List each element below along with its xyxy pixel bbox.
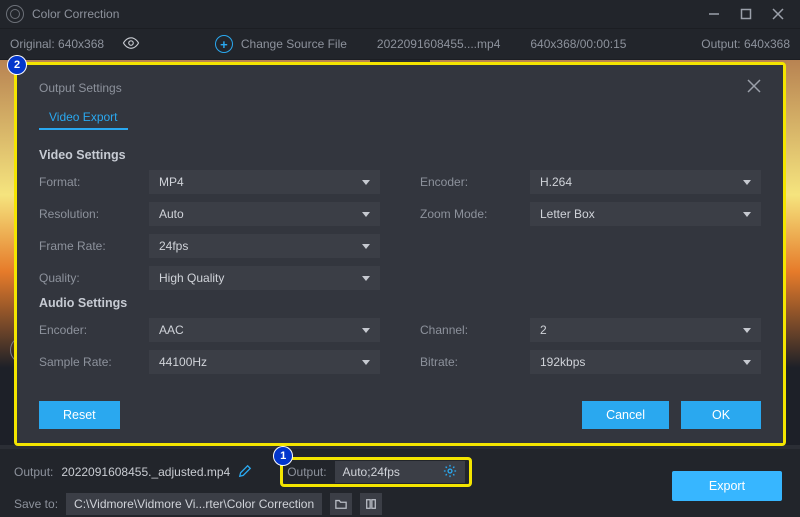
resolution-label: Resolution: bbox=[39, 207, 139, 221]
source-dims-time: 640x368/00:00:15 bbox=[530, 37, 626, 51]
minimize-button[interactable] bbox=[698, 0, 730, 28]
change-source-label: Change Source File bbox=[241, 37, 347, 51]
window-title: Color Correction bbox=[32, 7, 119, 21]
bitrate-value: 192kbps bbox=[540, 355, 585, 369]
sample-rate-value: 44100Hz bbox=[159, 355, 207, 369]
chevron-down-icon bbox=[362, 276, 370, 281]
chevron-down-icon bbox=[362, 328, 370, 333]
source-filename: 2022091608455....mp4 bbox=[377, 37, 500, 51]
quality-label: Quality: bbox=[39, 271, 139, 285]
save-to-path[interactable]: C:\Vidmore\Vidmore Vi...rter\Color Corre… bbox=[66, 493, 322, 515]
output-settings-dialog: Output Settings Video Export Video Setti… bbox=[17, 65, 783, 443]
zoom-mode-select[interactable]: Letter Box bbox=[530, 202, 761, 226]
output-file-name: 2022091608455._adjusted.mp4 bbox=[61, 465, 230, 479]
chevron-down-icon bbox=[362, 180, 370, 185]
stage: Contra Brightn 2 Output Settings Video E… bbox=[0, 60, 800, 517]
quality-value: High Quality bbox=[159, 271, 224, 285]
save-to-label: Save to: bbox=[14, 497, 58, 511]
rename-output-button[interactable] bbox=[238, 464, 252, 481]
quality-select[interactable]: High Quality bbox=[149, 266, 380, 290]
sample-rate-label: Sample Rate: bbox=[39, 355, 139, 369]
resolution-value: Auto bbox=[159, 207, 184, 221]
chevron-down-icon bbox=[743, 180, 751, 185]
annotation-badge-1: 1 bbox=[274, 447, 292, 465]
maximize-button[interactable] bbox=[730, 0, 762, 28]
format-select[interactable]: MP4 bbox=[149, 170, 380, 194]
output-dimensions: Output: 640x368 bbox=[701, 37, 790, 51]
output-settings-value: Auto;24fps bbox=[343, 465, 400, 479]
chevron-down-icon bbox=[743, 328, 751, 333]
preview-eye-icon[interactable] bbox=[122, 34, 140, 55]
annotation-badge-2: 2 bbox=[8, 56, 26, 74]
browse-folder-button[interactable] bbox=[330, 493, 352, 515]
output-settings-field[interactable]: Auto;24fps bbox=[335, 461, 465, 483]
format-label: Format: bbox=[39, 175, 139, 189]
frame-rate-label: Frame Rate: bbox=[39, 239, 139, 253]
chevron-down-icon bbox=[362, 360, 370, 365]
close-button[interactable] bbox=[762, 0, 794, 28]
bitrate-label: Bitrate: bbox=[420, 355, 520, 369]
save-to-value: C:\Vidmore\Vidmore Vi...rter\Color Corre… bbox=[74, 497, 314, 511]
gear-icon[interactable] bbox=[443, 464, 457, 481]
video-settings-heading: Video Settings bbox=[39, 148, 761, 162]
channel-select[interactable]: 2 bbox=[530, 318, 761, 342]
video-encoder-label: Encoder: bbox=[420, 175, 520, 189]
app-logo-icon bbox=[6, 5, 24, 23]
channel-value: 2 bbox=[540, 323, 547, 337]
dialog-tabs: Video Export bbox=[39, 106, 761, 130]
format-value: MP4 bbox=[159, 175, 184, 189]
chevron-down-icon bbox=[743, 360, 751, 365]
chevron-down-icon bbox=[362, 212, 370, 217]
dialog-title: Output Settings bbox=[39, 81, 122, 95]
zoom-mode-value: Letter Box bbox=[540, 207, 595, 221]
titlebar: Color Correction bbox=[0, 0, 800, 28]
channel-label: Channel: bbox=[420, 323, 520, 337]
reset-button[interactable]: Reset bbox=[39, 401, 120, 429]
footer: Output: 2022091608455._adjusted.mp4 1 Ou… bbox=[0, 449, 800, 517]
chevron-down-icon bbox=[362, 244, 370, 249]
frame-rate-value: 24fps bbox=[159, 239, 188, 253]
open-folder-button[interactable] bbox=[360, 493, 382, 515]
bitrate-select[interactable]: 192kbps bbox=[530, 350, 761, 374]
video-encoder-value: H.264 bbox=[540, 175, 572, 189]
cancel-button[interactable]: Cancel bbox=[582, 401, 669, 429]
toolbar: Original: 640x368 Change Source File 202… bbox=[0, 28, 800, 60]
output-settings-label: Output: bbox=[287, 465, 326, 479]
change-source-button[interactable]: Change Source File bbox=[215, 35, 347, 53]
video-encoder-select[interactable]: H.264 bbox=[530, 170, 761, 194]
sample-rate-select[interactable]: 44100Hz bbox=[149, 350, 380, 374]
ok-button[interactable]: OK bbox=[681, 401, 761, 429]
frame-rate-select[interactable]: 24fps bbox=[149, 234, 380, 258]
annotation-box-2: 2 Output Settings Video Export Video Set… bbox=[14, 62, 786, 446]
tab-video-export[interactable]: Video Export bbox=[39, 106, 128, 130]
original-dimensions: Original: 640x368 bbox=[10, 37, 104, 51]
plus-circle-icon bbox=[215, 35, 233, 53]
audio-encoder-label: Encoder: bbox=[39, 323, 139, 337]
chevron-down-icon bbox=[743, 212, 751, 217]
audio-encoder-select[interactable]: AAC bbox=[149, 318, 380, 342]
zoom-mode-label: Zoom Mode: bbox=[420, 207, 520, 221]
export-button[interactable]: Export bbox=[672, 471, 782, 501]
resolution-select[interactable]: Auto bbox=[149, 202, 380, 226]
audio-settings-heading: Audio Settings bbox=[39, 296, 761, 310]
output-file-label: Output: bbox=[14, 465, 53, 479]
dialog-close-button[interactable] bbox=[747, 79, 761, 96]
annotation-box-1: 1 Output: Auto;24fps bbox=[280, 457, 471, 487]
audio-encoder-value: AAC bbox=[159, 323, 184, 337]
